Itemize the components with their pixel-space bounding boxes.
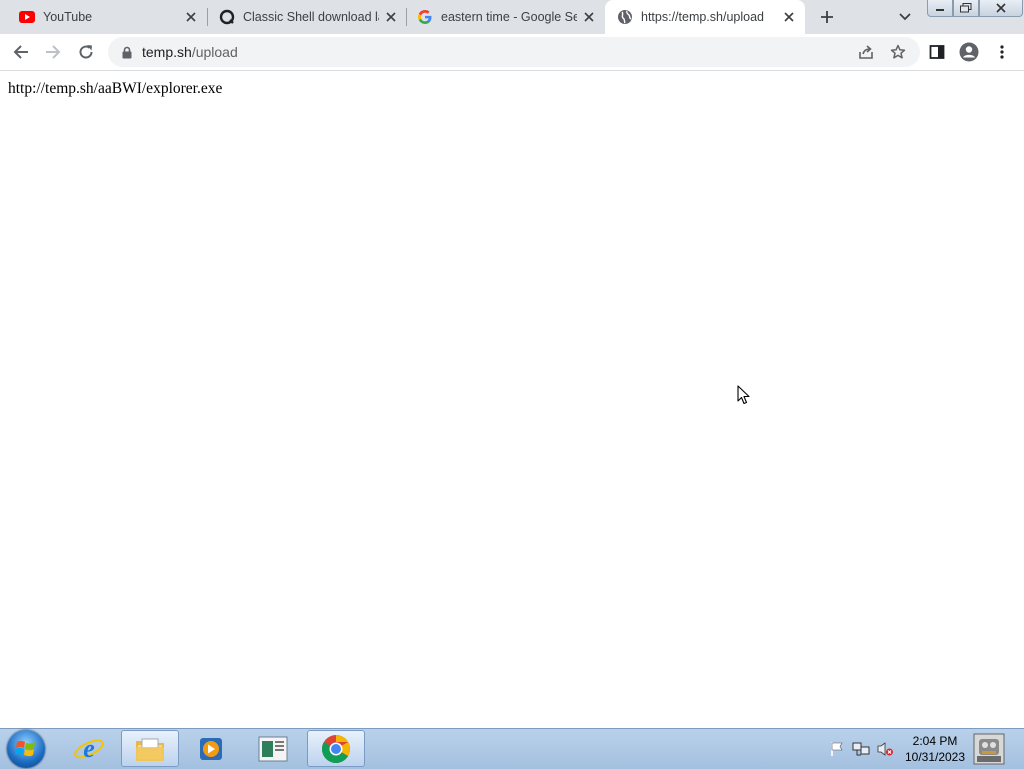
tab-search-button[interactable] [893,5,917,29]
tab-title: YouTube [43,10,93,24]
url-path: /upload [191,44,238,60]
tab-title: Classic Shell download la [243,10,379,24]
lock-icon[interactable] [120,44,134,60]
volume-muted-icon[interactable] [876,741,894,757]
forward-button[interactable] [39,38,67,66]
upload-result-url: http://temp.sh/aaBWI/explorer.exe [8,80,223,97]
minimize-button[interactable] [927,0,953,17]
taskbar: e 2:04 PM 10/31/2023 [0,728,1024,769]
google-icon [417,9,433,25]
close-tab-icon[interactable] [581,9,597,25]
action-center-flag-icon[interactable] [828,741,846,757]
clock-time: 2:04 PM [912,734,958,748]
windows-logo-icon [15,740,35,757]
reload-icon [79,45,93,59]
network-icon[interactable] [852,741,870,757]
browser-toolbar: temp.sh/upload [0,34,1024,71]
tab-google-search[interactable]: eastern time - Google Sea [398,0,603,34]
arrow-right-icon [46,45,61,59]
minimize-icon [936,9,944,11]
share-button[interactable] [854,40,878,64]
chrome-icon[interactable] [307,730,365,767]
side-panel-icon [929,45,945,59]
tab-title: https://temp.sh/upload [641,10,764,24]
url-host: temp.sh [142,44,192,60]
tab-youtube[interactable]: YouTube [0,0,205,34]
close-window-button[interactable] [979,0,1023,17]
restore-button[interactable] [953,0,979,17]
restore-icon [960,3,972,13]
close-tab-icon[interactable] [383,9,399,25]
classic-shell-icon [219,9,235,25]
desktop-gadget-icon [973,733,1005,765]
mouse-cursor [737,385,751,410]
media-player-icon[interactable] [182,730,240,767]
close-tab-icon[interactable] [781,9,797,25]
plus-icon [821,11,833,23]
internet-explorer-icon[interactable]: e [60,730,118,767]
windows-explorer-icon[interactable] [121,730,179,767]
arrow-left-icon [13,45,28,59]
window-controls [927,0,1023,17]
avatar-icon [959,42,979,62]
chevron-down-icon [899,13,911,21]
svg-text:e: e [83,734,95,763]
clock-date: 10/31/2023 [904,750,966,764]
chrome-menu-button[interactable] [988,38,1016,66]
star-icon [890,44,906,59]
globe-icon [617,9,633,25]
url-text[interactable]: temp.sh/upload [142,44,238,60]
page-content: http://temp.sh/aaBWI/explorer.exe [0,71,1024,728]
side-panel-button[interactable] [923,38,951,66]
start-button[interactable] [7,730,45,768]
close-icon [996,3,1006,13]
show-desktop-button[interactable] [970,731,1008,767]
reload-button[interactable] [72,38,100,66]
youtube-icon [19,9,35,25]
close-tab-icon[interactable] [183,9,199,25]
system-clock[interactable]: 2:04 PM 10/31/2023 [900,733,970,765]
notes-icon[interactable] [244,730,302,767]
tab-strip: YouTube Classic Shell download la easter… [0,0,1024,34]
back-button[interactable] [7,38,35,66]
bookmark-button[interactable] [886,40,910,64]
address-bar[interactable]: temp.sh/upload [108,37,920,67]
share-icon [859,45,873,59]
kebab-menu-icon [1000,45,1004,59]
tab-title: eastern time - Google Sea [441,10,577,24]
new-tab-button[interactable] [815,5,839,29]
profile-button[interactable] [955,38,983,66]
tab-classic-shell[interactable]: Classic Shell download la [200,0,405,34]
tab-temp-sh[interactable]: https://temp.sh/upload [605,0,805,34]
